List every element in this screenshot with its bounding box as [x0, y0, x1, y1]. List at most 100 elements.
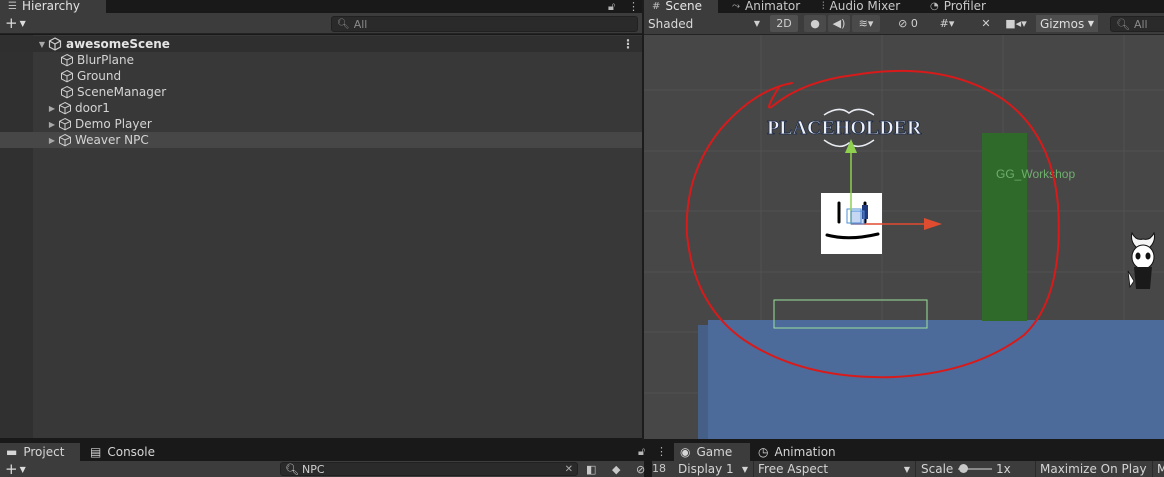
tree-item-door1[interactable]: ▶ door1 [0, 100, 642, 116]
tab-game[interactable]: ◉ Game [674, 443, 750, 461]
lightbulb-icon: ● [810, 17, 820, 30]
tools-icon: ✕ [981, 17, 991, 30]
list-icon: ☰ [8, 1, 17, 12]
scene-options-icon[interactable]: ⋮ [622, 37, 634, 51]
scale-label: Scale [917, 461, 955, 477]
scale-value-text: 1x [996, 462, 1011, 476]
lock-icon[interactable]: 🔓︎ [608, 0, 615, 13]
tab-console[interactable]: ▤ Console [84, 443, 155, 461]
gameobject-cube-icon [61, 69, 73, 83]
tab-animator[interactable]: ⤳ Animator [724, 0, 800, 13]
tab-label: Animator [745, 0, 801, 13]
ground-sprite[interactable] [708, 320, 1164, 439]
maximize-label: Maximize On Play [1040, 462, 1147, 476]
filter-by-label-button[interactable]: ◆ [612, 461, 620, 477]
chevron-down-icon: ▼ [741, 464, 748, 474]
tree-item-demo-player[interactable]: ▶ Demo Player [0, 116, 642, 132]
more-options-icon[interactable]: ⋮ [628, 0, 639, 13]
plus-icon: + [5, 460, 18, 477]
tab-label: Project [23, 445, 65, 459]
workshop-sprite[interactable] [982, 133, 1027, 321]
hidden-packages-toggle[interactable]: ⊘ [636, 461, 645, 477]
truncated-toggle[interactable]: M [1153, 461, 1164, 477]
hierarchy-search-input[interactable] [353, 17, 614, 31]
tab-animation[interactable]: ◷ Animation [752, 443, 836, 461]
tree-item-weaver-npc[interactable]: ▶ Weaver NPC [0, 132, 642, 148]
tree-item-scenemanager[interactable]: SceneManager [0, 84, 642, 100]
hierarchy-search[interactable]: 🔍︎ [331, 16, 638, 32]
fold-closed-icon[interactable]: ▶ [46, 104, 58, 113]
tools-button[interactable]: ✕ [976, 15, 996, 32]
filter-by-type-button[interactable]: ◧ [586, 461, 596, 477]
eye-slash-icon: ⊘ [898, 17, 911, 30]
aspect-dropdown[interactable]: Free Aspect ▼ [754, 461, 914, 477]
gamepad-icon: ◉ [680, 445, 691, 459]
ground-edge [698, 325, 708, 439]
gameobject-cube-icon [59, 133, 71, 147]
tab-project[interactable]: ▬ Project [0, 443, 80, 461]
hierarchy-tree: ▼ awesomeScene ⋮ BlurPlane Ground SceneM… [0, 35, 642, 438]
tree-item-label: door1 [75, 101, 110, 115]
profiler-icon: ◔ [930, 1, 939, 12]
scene-name: awesomeScene [66, 37, 170, 51]
project-search-value: NPC [301, 462, 325, 476]
placeholder-sign[interactable]: PLACEHOLDER [767, 108, 922, 148]
fold-closed-icon[interactable]: ▶ [46, 120, 58, 129]
gameobject-cube-icon [59, 117, 71, 131]
tab-audio-mixer[interactable]: ⫶ Audio Mixer [814, 0, 900, 13]
layers-icon: ≋▾ [858, 17, 874, 30]
move-gizmo[interactable] [845, 139, 942, 230]
tab-scene[interactable]: # Scene [644, 0, 718, 13]
grid-snap-dropdown[interactable]: #▾ [934, 15, 960, 32]
scene-viewport[interactable]: GG_Workshop PLACEHOLDER [644, 35, 1164, 439]
fold-closed-icon[interactable]: ▶ [46, 136, 58, 145]
visible-count: 18 [652, 461, 674, 477]
project-toolbar: + ▼ 🔍︎ NPC ✕ ◧ ◆ ⊘ [0, 460, 645, 477]
camera-dropdown[interactable]: ■◂▾ [1000, 15, 1032, 32]
tree-item-blurplane[interactable]: BlurPlane [0, 52, 642, 68]
tab-label: Animation [774, 445, 836, 459]
grid-icon: # [652, 1, 661, 12]
scene-search[interactable]: 🔍︎ All [1110, 16, 1164, 32]
scale-slider-handle[interactable] [959, 464, 968, 473]
unity-scene-icon [48, 37, 62, 51]
tab-label: Audio Mixer [829, 0, 901, 13]
fold-open-icon[interactable]: ▼ [36, 40, 48, 49]
tree-item-ground[interactable]: Ground [0, 68, 642, 84]
project-tabbar: ▬ Project ▤ Console 🔓︎ ⋮ [0, 443, 667, 461]
tab-hierarchy[interactable]: ☰ Hierarchy [0, 0, 106, 13]
demo-player-sprite[interactable] [1127, 231, 1155, 289]
project-create-button[interactable]: + ▼ [5, 460, 33, 477]
chevron-down-icon: ▼ [19, 18, 26, 28]
tree-item-label: Weaver NPC [75, 133, 149, 147]
hidden-objects-toggle[interactable]: ⊘ 0 [884, 15, 932, 32]
filter-type-icon: ◧ [586, 462, 597, 476]
scene-tabbar: # Scene ⤳ Animator ⫶ Audio Mixer ◔ Profi… [644, 0, 1164, 13]
label-tag-icon: ◆ [612, 462, 621, 476]
shading-mode-dropdown[interactable]: Shaded ▼ [644, 15, 764, 32]
gameobject-cube-icon [61, 53, 73, 67]
grid-snap-icon: #▾ [939, 17, 955, 30]
console-icon: ▤ [90, 445, 102, 459]
create-button[interactable]: + ▼ [5, 14, 33, 32]
tab-label: Scene [665, 0, 702, 13]
lock-icon[interactable]: 🔓︎ [638, 445, 645, 458]
tab-profiler[interactable]: ◔ Profiler [922, 0, 986, 13]
tree-item-label: BlurPlane [77, 53, 135, 67]
more-options-icon[interactable]: ⋮ [656, 445, 667, 458]
project-search[interactable]: 🔍︎ NPC ✕ [280, 462, 578, 476]
gizmos-label: Gizmos [1040, 16, 1085, 31]
display-dropdown[interactable]: Display 1 ▼ [674, 461, 752, 477]
gizmos-dropdown[interactable]: Gizmos ▼ [1036, 15, 1098, 32]
audio-toggle[interactable]: ◀) [828, 15, 850, 32]
scene-row[interactable]: ▼ awesomeScene ⋮ [0, 36, 642, 52]
clear-search-icon[interactable]: ✕ [565, 464, 573, 475]
lighting-toggle[interactable]: ● [804, 15, 826, 32]
maximize-on-play-toggle[interactable]: Maximize On Play [1036, 461, 1152, 477]
effects-dropdown[interactable]: ≋▾ [852, 15, 880, 32]
toggle-2d-label: 2D [776, 17, 792, 30]
scale-value: 1x [992, 461, 1032, 477]
separator [915, 461, 916, 477]
chevron-down-icon: ▼ [19, 464, 26, 474]
toggle-2d-button[interactable]: 2D [770, 15, 798, 32]
